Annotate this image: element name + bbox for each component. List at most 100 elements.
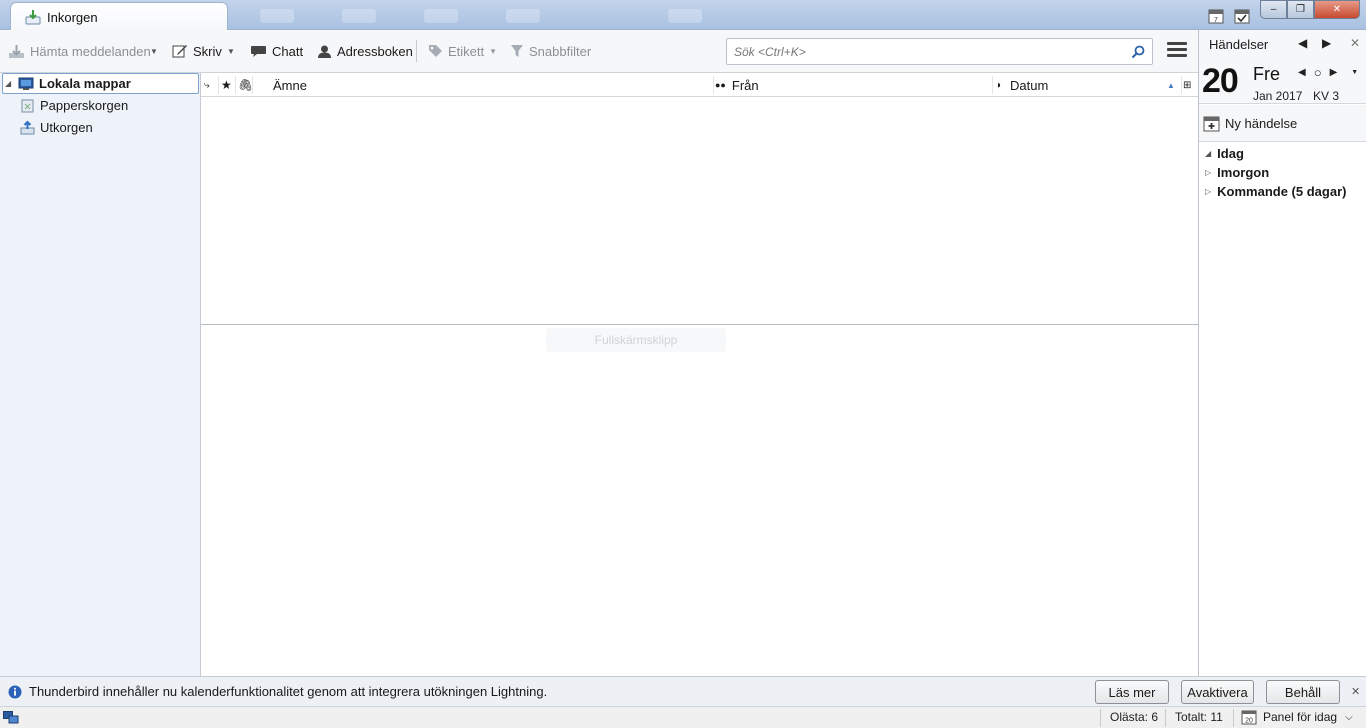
title-bar: Inkorgen 7 – ❐ ✕ (0, 0, 1366, 31)
month-year: Jan 2017 (1253, 89, 1303, 103)
sort-ascending-icon: ▲ (1167, 80, 1175, 90)
starred-column[interactable]: ★ (221, 73, 235, 97)
thread-icon: ⤷ (204, 79, 210, 91)
collapsed-twisty-icon: ▷ (1205, 186, 1212, 196)
folder-trash[interactable]: Papperskorgen (20, 95, 128, 116)
inbox-icon (25, 10, 41, 25)
thread-pane: ⤷ ★ 🖇 Ämne ●● Från ◗ Datum ▲ ⊞ (201, 73, 1198, 325)
today-pane: Händelser ◀ ▶ ✕ 20 Fre ◀ ○ ▶ ▼ Jan 2017 … (1198, 30, 1366, 676)
ghost-tabs (260, 9, 702, 23)
read-status-icon: ●● (715, 80, 726, 90)
folder-outbox[interactable]: Utkorgen (20, 117, 93, 138)
column-picker[interactable]: ⊞ (1183, 73, 1197, 97)
trash-icon (21, 99, 34, 113)
mail-toolbar: Hämta meddelanden ▼ Skriv ▼ Chatt Adress… (0, 30, 1198, 73)
day-name: Fre (1253, 64, 1280, 84)
network-status-icon[interactable] (3, 711, 19, 725)
date-column-label: Datum (1010, 77, 1049, 93)
toolbar-separator (416, 40, 417, 62)
quick-filter-button[interactable]: Snabbfilter (510, 41, 591, 61)
next-day-icon[interactable]: ▶ (1330, 67, 1338, 78)
chat-button[interactable]: Chatt (250, 41, 303, 61)
get-messages-button[interactable]: Hämta meddelanden (8, 41, 151, 61)
info-icon (8, 685, 22, 699)
filter-icon (511, 45, 523, 57)
svg-text:7: 7 (1214, 17, 1218, 24)
folder-local-folders[interactable]: ◢ Lokala mappar (2, 73, 199, 94)
disable-button[interactable]: Avaktivera (1181, 680, 1254, 704)
tag-button[interactable]: Etikett ▼ (428, 41, 497, 61)
status-bar: Olästa: 6 Totalt: 11 20 Panel för idag ⌵ (0, 706, 1366, 728)
minimize-button[interactable]: – (1260, 0, 1287, 19)
from-column-label: Från (731, 77, 759, 93)
attachment-column[interactable]: 🖇 (238, 73, 254, 97)
ghost-overlay-text: Fullskärmsklipp (546, 328, 726, 352)
app-menu-button[interactable] (1167, 42, 1187, 60)
computer-icon (18, 77, 34, 90)
from-column[interactable]: ●● Från (715, 73, 990, 97)
column-picker-icon: ⊞ (1183, 79, 1192, 91)
folder-label: Lokala mappar (39, 76, 131, 91)
get-messages-label: Hämta meddelanden (30, 43, 151, 59)
get-messages-dropdown[interactable]: ▼ (150, 41, 158, 61)
chevron-down-icon[interactable]: ▼ (1351, 69, 1358, 76)
tab-inbox[interactable]: Inkorgen (10, 2, 228, 31)
unread-count: Olästa: 6 (1110, 710, 1159, 724)
next-mode-icon[interactable]: ▶ (1322, 36, 1331, 50)
write-dropdown[interactable]: ▼ (227, 41, 235, 61)
previous-mode-icon[interactable]: ◀ (1298, 36, 1307, 50)
calendar-day-icon: 20 (1241, 710, 1257, 725)
search-field[interactable] (726, 38, 1153, 65)
agenda-upcoming[interactable]: ▷ Kommande (5 dagar) (1205, 182, 1346, 200)
today-panel-toggle[interactable]: 20 Panel för idag ⌵ (1241, 709, 1353, 725)
close-icon[interactable]: ✕ (1351, 685, 1360, 698)
tag-label: Etikett (448, 43, 485, 59)
search-input[interactable] (734, 44, 1131, 59)
week-number: KV 3 (1313, 89, 1340, 103)
folder-label: Utkorgen (40, 120, 93, 135)
today-pane-header: Händelser ◀ ▶ ✕ (1199, 30, 1366, 57)
day-number: 20 (1202, 62, 1239, 100)
thread-column-toggle[interactable]: ⤷ (204, 73, 218, 97)
address-book-label: Adressboken (337, 43, 413, 59)
quick-filter-label: Snabbfilter (529, 43, 592, 59)
download-icon (9, 44, 24, 58)
calendar-tab-icon[interactable]: 7 (1207, 7, 1225, 25)
window-controls: – ❐ ✕ (1260, 0, 1360, 19)
mini-day: 20 Fre ◀ ○ ▶ ▼ Jan 2017 KV 3 (1199, 57, 1366, 104)
keep-button[interactable]: Behåll (1266, 680, 1340, 704)
thread-column-header: ⤷ ★ 🖇 Ämne ●● Från ◗ Datum ▲ ⊞ (201, 73, 1198, 97)
outbox-icon (20, 120, 35, 135)
tasks-tab-icon[interactable] (1233, 7, 1251, 25)
search-icon[interactable] (1131, 45, 1145, 59)
write-button[interactable]: Skriv (172, 41, 222, 61)
folder-pane: ◢ Lokala mappar Papperskorgen Utkorgen (0, 73, 201, 676)
tag-icon (429, 44, 442, 57)
chat-label: Chatt (272, 43, 304, 59)
folder-label: Papperskorgen (40, 98, 129, 113)
agenda-tomorrow[interactable]: ▷ Imorgon (1205, 163, 1269, 181)
address-book-button[interactable]: Adressboken (317, 41, 413, 61)
previous-day-icon[interactable]: ◀ (1298, 67, 1306, 78)
agenda-today[interactable]: ◢ Idag (1205, 144, 1244, 162)
paperclip-icon: 🖇 (238, 78, 254, 92)
learn-more-button[interactable]: Läs mer (1095, 680, 1169, 704)
close-icon[interactable]: ✕ (1350, 36, 1360, 50)
expand-twisty-icon[interactable]: ◢ (5, 79, 13, 88)
tab-label: Inkorgen (47, 9, 98, 25)
chevron-down-icon: ⌵ (1345, 711, 1353, 723)
today-pane-title: Händelser (1209, 37, 1269, 52)
today-circle-icon[interactable]: ○ (1314, 65, 1322, 80)
subject-column[interactable]: Ämne (273, 73, 713, 97)
subject-column-label: Ämne (273, 77, 307, 93)
junk-status-icon: ◗ (996, 79, 1003, 91)
contact-icon (318, 45, 331, 58)
close-window-button[interactable]: ✕ (1314, 0, 1360, 19)
date-column[interactable]: ◗ Datum (996, 73, 1176, 97)
notification-text: Thunderbird innehåller nu kalenderfunkti… (29, 684, 548, 699)
star-icon: ★ (221, 78, 232, 92)
new-event-button[interactable]: Ny händelse (1199, 105, 1366, 142)
new-event-label: Ny händelse (1225, 115, 1298, 131)
restore-button[interactable]: ❐ (1287, 0, 1314, 19)
notification-bar: Thunderbird innehåller nu kalenderfunkti… (0, 676, 1366, 706)
